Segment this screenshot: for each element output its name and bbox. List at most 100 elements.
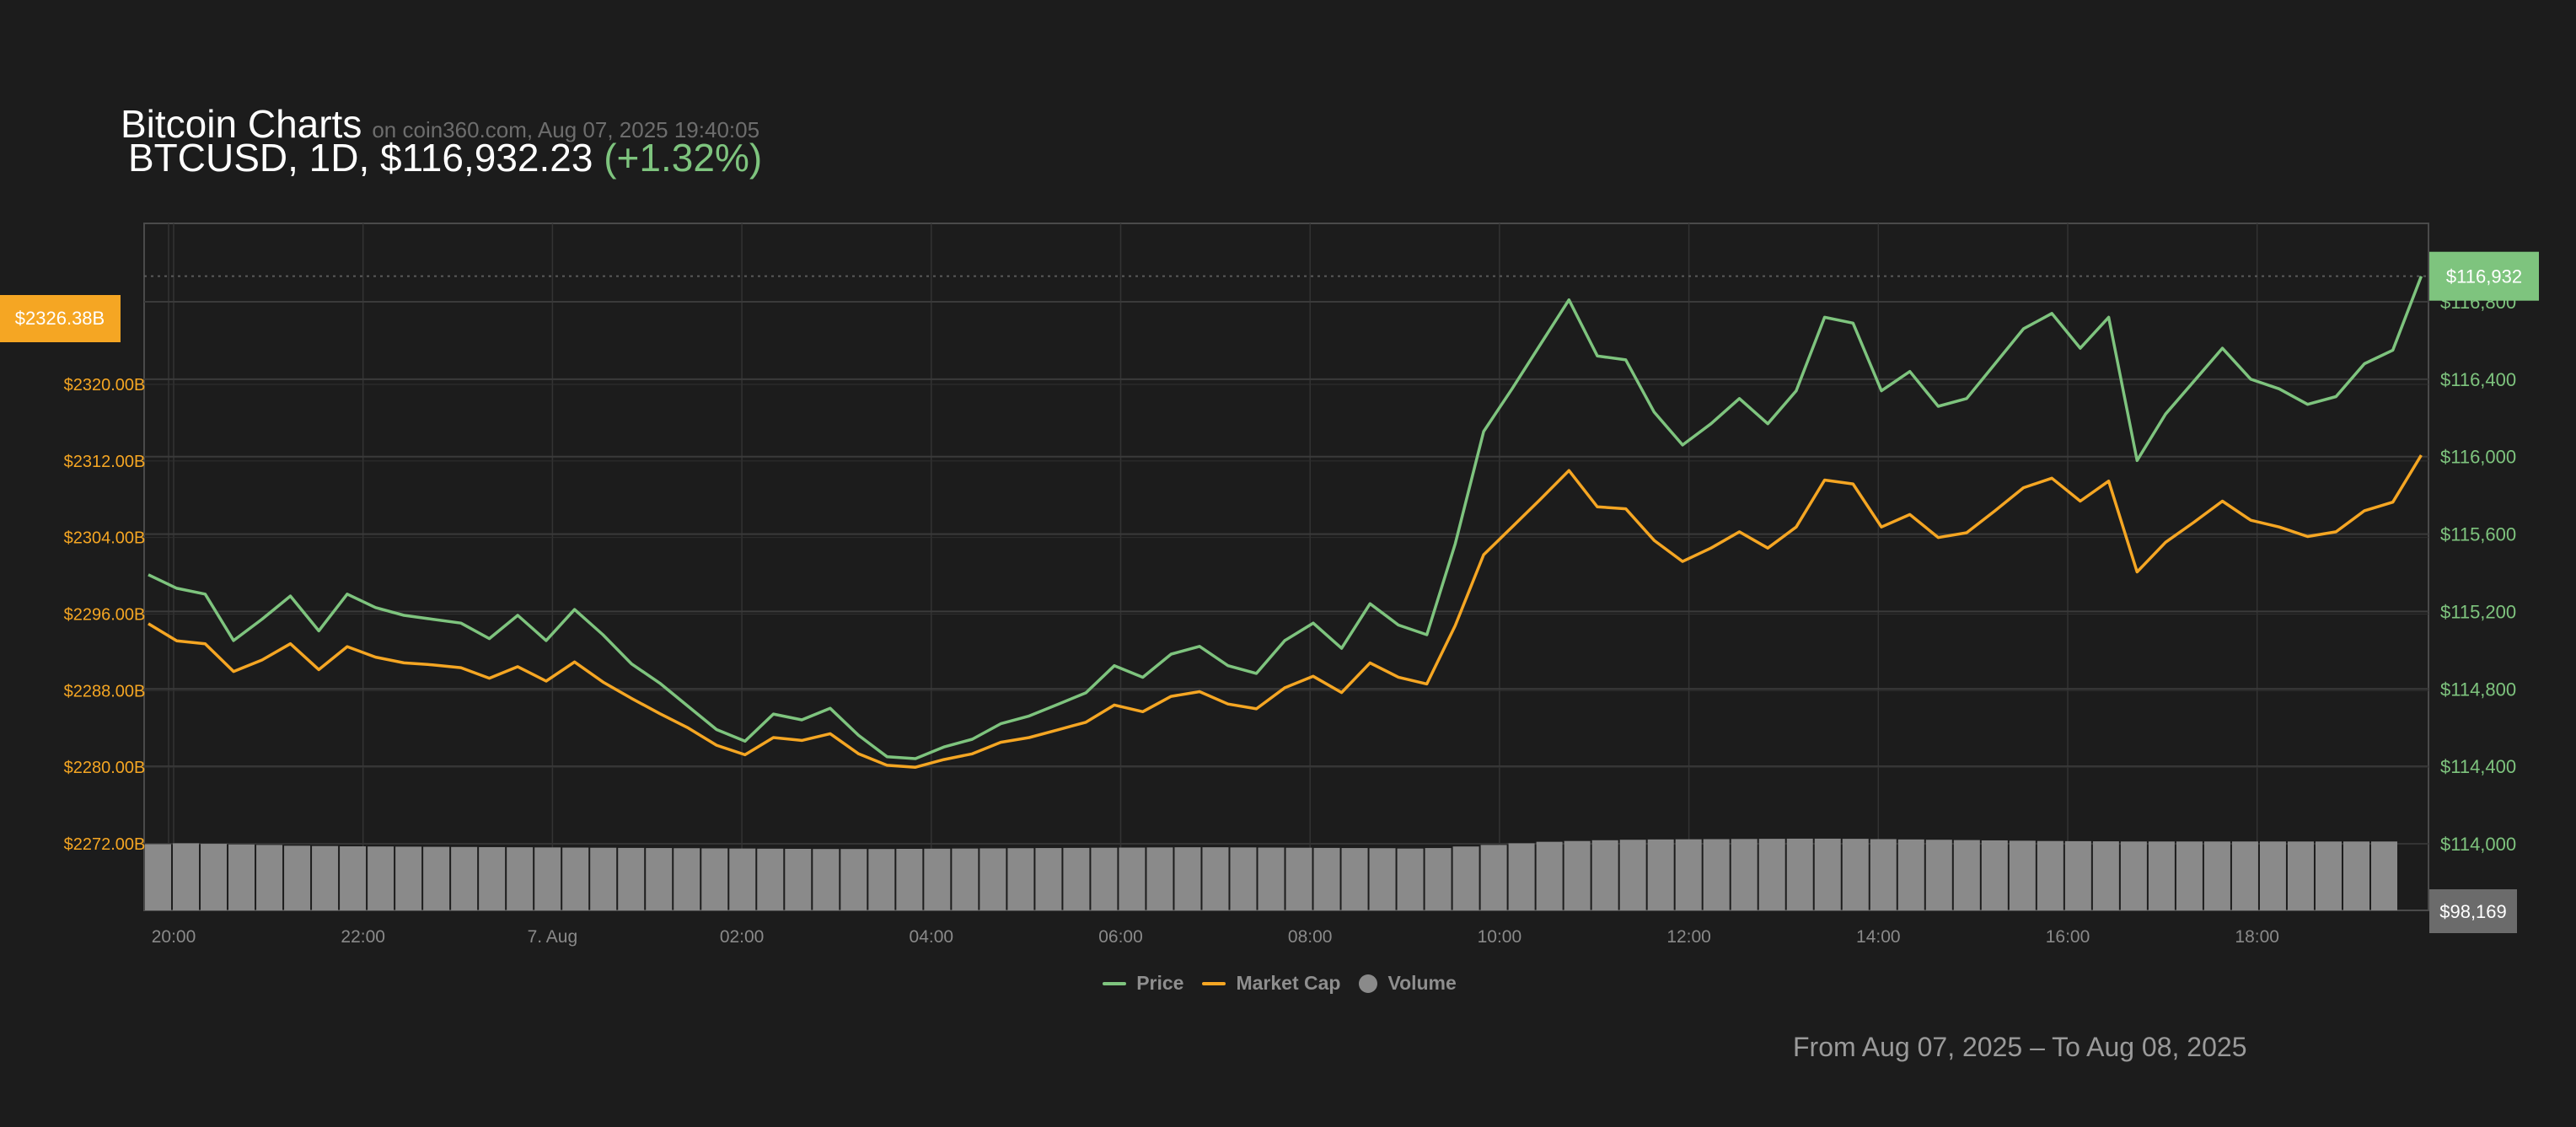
volume-bar — [479, 846, 506, 910]
volume-bar — [2148, 841, 2175, 910]
volume-bar — [1285, 847, 1312, 910]
right-axis-tick: $116,400 — [2440, 369, 2516, 390]
legend-label-market-cap: Market Cap — [1236, 972, 1341, 994]
left-axis-tick: $2288.00B — [64, 682, 146, 700]
volume-bar — [2259, 841, 2286, 910]
x-tick-label: 10:00 — [1478, 927, 1522, 947]
left-axis-tick: $2312.00B — [64, 453, 146, 471]
volume-bar — [618, 847, 645, 910]
volume-bar — [1703, 839, 1730, 910]
legend-item-price[interactable]: Price — [1103, 972, 1183, 995]
volume-bar — [312, 845, 339, 910]
volume-bar — [368, 846, 394, 910]
right-axis-tick: $115,200 — [2440, 601, 2516, 622]
volume-bar — [2120, 841, 2147, 910]
volume-bar — [1675, 839, 1702, 910]
volume-bar — [1536, 841, 1563, 910]
right-axis-tick: $114,400 — [2440, 756, 2516, 777]
volume-bar — [1146, 847, 1173, 910]
date-range: From Aug 07, 2025 – To Aug 08, 2025 — [1793, 1032, 2247, 1062]
volume-bar — [1647, 839, 1674, 910]
volume-bar — [1897, 839, 1924, 910]
volume-bar — [1119, 847, 1146, 910]
volume-bar — [1758, 839, 1785, 910]
volume-bar — [1731, 839, 1758, 910]
right-axis-tick: $114,000 — [2440, 834, 2516, 855]
legend-item-volume[interactable]: Volume — [1359, 972, 1457, 995]
volume-bar — [1786, 838, 1813, 910]
volume-bar — [1842, 839, 1869, 910]
left-axis-tick: $2296.00B — [64, 606, 146, 625]
current-market-cap-label: $2326.38B — [15, 308, 105, 329]
left-axis-tick: $2320.00B — [64, 376, 146, 394]
volume-bar — [451, 846, 478, 910]
volume-bar — [785, 849, 812, 910]
volume-bar — [840, 849, 867, 910]
volume-bar — [534, 847, 561, 910]
right-axis-tick: $114,800 — [2440, 679, 2516, 700]
x-tick-label: 7. Aug — [528, 927, 578, 947]
volume-bar — [562, 847, 589, 910]
volume-bar — [173, 843, 200, 910]
volume-bar — [284, 845, 311, 910]
legend-label-price: Price — [1136, 972, 1184, 994]
volume-bar — [2203, 841, 2230, 910]
volume-bar — [1591, 840, 1618, 910]
volume-bar — [1814, 838, 1841, 910]
x-tick-label: 06:00 — [1098, 927, 1143, 947]
x-tick-label: 22:00 — [341, 927, 385, 947]
volume-bar — [896, 849, 923, 910]
right-axis-tick: $116,000 — [2440, 447, 2516, 468]
volume-bar — [1397, 848, 1424, 910]
volume-bar — [1007, 848, 1034, 910]
volume-bar — [646, 848, 673, 910]
volume-bar — [2009, 840, 2036, 910]
volume-bar — [423, 846, 450, 910]
volume-bar — [1341, 848, 1368, 910]
volume-bar — [340, 846, 367, 910]
volume-bar — [145, 844, 172, 910]
volume-bar — [924, 848, 951, 910]
price-chart[interactable]: 20:00 22:00 7. Aug 02:00 04:00 06:00 08:00 10:0… — [0, 0, 2576, 1127]
x-tick-label: 20:00 — [152, 927, 196, 947]
volume-label: $98,169 — [2439, 901, 2507, 922]
volume-bar — [2037, 840, 2063, 910]
volume-bar — [1230, 847, 1257, 910]
volume-bar — [1369, 848, 1396, 910]
volume-bar — [813, 849, 840, 910]
volume-bar — [868, 849, 895, 910]
volume-bar — [1202, 847, 1229, 910]
volume-bar — [1452, 846, 1479, 910]
chart-legend: Price Market Cap Volume — [0, 972, 2576, 995]
volume-bar — [1981, 840, 2008, 910]
current-price-label: $116,932 — [2446, 266, 2522, 287]
volume-bar — [1508, 843, 1535, 910]
volume-bar — [1091, 847, 1118, 910]
left-axis-tick: $2304.00B — [64, 529, 146, 548]
volume-bar — [256, 845, 283, 910]
volume-bar — [1953, 840, 1980, 910]
volume-bar — [2176, 841, 2203, 910]
volume-bar — [1035, 848, 1062, 910]
legend-item-market-cap[interactable]: Market Cap — [1202, 972, 1340, 995]
x-tick-label: 04:00 — [910, 927, 954, 947]
legend-label-volume: Volume — [1387, 972, 1457, 994]
x-tick-label: 18:00 — [2235, 927, 2279, 947]
volume-bar — [228, 844, 255, 910]
left-axis-tick: $2280.00B — [64, 759, 146, 777]
volume-bar — [201, 844, 228, 910]
volume-bar — [507, 847, 534, 910]
volume-bar — [2343, 841, 2369, 910]
volume-bar — [729, 848, 756, 910]
volume-bar — [1425, 848, 1452, 910]
volume-bar — [2287, 841, 2314, 910]
volume-bar — [2315, 841, 2342, 910]
x-tick-label: 12:00 — [1666, 927, 1711, 947]
volume-swatch — [1359, 974, 1378, 993]
volume-bar — [1564, 840, 1591, 910]
volume-bar — [952, 848, 979, 910]
plot-frame — [143, 223, 2429, 911]
volume-bar — [2231, 841, 2258, 910]
volume-bar — [2370, 841, 2397, 910]
volume-bar — [1313, 847, 1340, 910]
